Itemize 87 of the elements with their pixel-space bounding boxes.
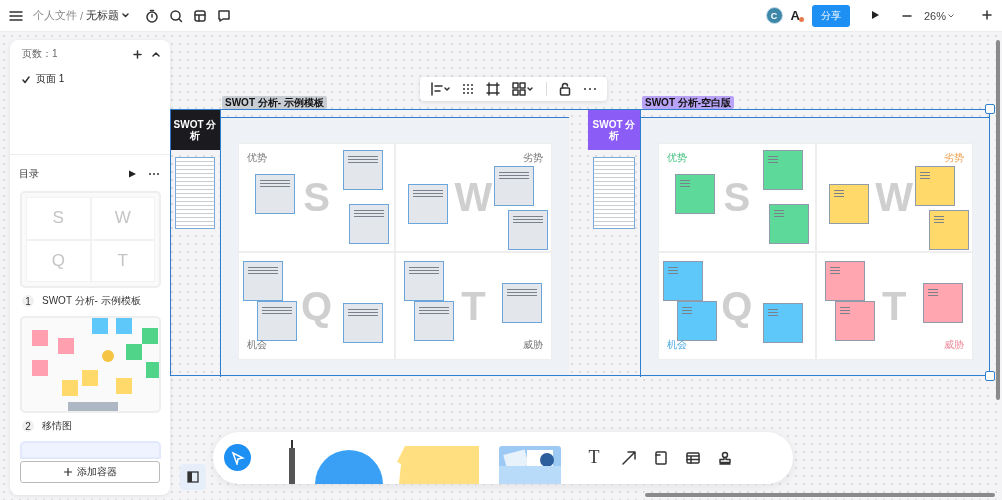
- quadrant-title: 威胁: [944, 338, 964, 352]
- frame-label[interactable]: SWOT 分析- 示例模板: [222, 96, 327, 109]
- sticky-note[interactable]: [343, 150, 383, 190]
- play-icon[interactable]: [128, 170, 136, 178]
- sticky-note[interactable]: [343, 302, 383, 343]
- sticky-note[interactable]: [404, 260, 444, 301]
- search-icon[interactable]: [169, 8, 184, 23]
- quadrant-title: 机会: [667, 338, 687, 352]
- thumbnail-letter: Q: [51, 250, 65, 271]
- quadrant-title: 机会: [247, 338, 267, 352]
- quadrant-title: 优势: [247, 151, 267, 165]
- sticky-note[interactable]: [408, 184, 448, 224]
- breadcrumb-link[interactable]: 个人文件: [33, 8, 77, 23]
- chevron-down-icon[interactable]: [122, 13, 130, 18]
- collapse-icon[interactable]: [152, 51, 160, 57]
- grid-dots-icon[interactable]: [462, 83, 474, 95]
- quadrant-title: 劣势: [523, 151, 543, 165]
- user-avatar[interactable]: C: [765, 7, 783, 24]
- sticky-note[interactable]: [494, 166, 534, 206]
- sticky-note[interactable]: [255, 174, 295, 214]
- font-style-button[interactable]: A: [790, 8, 804, 23]
- sticky-note[interactable]: [922, 282, 963, 323]
- sticky-note[interactable]: [663, 260, 703, 301]
- text-block-drawing: [593, 157, 635, 229]
- vertical-scrollbar[interactable]: [996, 40, 1000, 400]
- align-left-icon[interactable]: [430, 82, 450, 96]
- frame-header: SWOT 分析: [588, 110, 640, 150]
- outline-title: 目录: [19, 167, 40, 181]
- document-title[interactable]: 无标题: [86, 8, 120, 23]
- add-container-button[interactable]: 添加容器: [20, 461, 160, 483]
- quadrant-title: 优势: [667, 151, 687, 165]
- sticky-note[interactable]: [928, 210, 969, 250]
- sticky-note[interactable]: [763, 302, 803, 343]
- sticky-note[interactable]: [914, 166, 955, 206]
- sticky-note[interactable]: [257, 300, 297, 341]
- text-tool-button[interactable]: T: [583, 447, 605, 468]
- resize-handle[interactable]: [985, 371, 995, 381]
- sticky-note[interactable]: [414, 300, 454, 341]
- sticky-note[interactable]: [349, 204, 389, 244]
- thumbnail-letter: W: [114, 208, 131, 229]
- minimap-button[interactable]: [180, 464, 206, 490]
- thumbnail-letter: S: [52, 208, 64, 229]
- page-title[interactable]: SWOT 分析- 示例模板: [42, 294, 141, 308]
- quadrant-title: 劣势: [944, 151, 964, 165]
- frame-icon[interactable]: [486, 82, 500, 96]
- horizontal-scrollbar[interactable]: [645, 493, 995, 497]
- menu-icon[interactable]: [9, 9, 23, 22]
- image-tool-icon[interactable]: [499, 446, 561, 484]
- sticky-note[interactable]: [508, 210, 548, 250]
- frame-label[interactable]: SWOT 分析-空白版: [642, 96, 735, 109]
- plus-icon: [63, 468, 72, 476]
- table-tool-icon[interactable]: [685, 449, 701, 466]
- thumbnail-letter: T: [117, 250, 128, 271]
- template-icon[interactable]: [193, 8, 208, 23]
- sticky-note[interactable]: [243, 260, 283, 301]
- panel-icon: [187, 471, 199, 483]
- resize-handle[interactable]: [985, 104, 995, 114]
- page-number: 1: [22, 295, 34, 307]
- quadrant-title: 威胁: [523, 338, 543, 352]
- more-icon[interactable]: [148, 172, 160, 176]
- cursor-icon: [230, 450, 245, 465]
- page-thumbnail[interactable]: [20, 441, 161, 459]
- frame-tool-icon[interactable]: [653, 449, 669, 466]
- sticky-note[interactable]: [824, 260, 865, 301]
- page-count: 页数：1: [22, 47, 59, 61]
- sticky-note[interactable]: [502, 282, 542, 323]
- chevron-down-icon: [948, 13, 954, 18]
- sticky-note[interactable]: [828, 184, 869, 224]
- page-number: 2: [22, 420, 34, 432]
- frame-header: SWOT 分析: [170, 110, 220, 150]
- arrow-tool-icon[interactable]: [621, 449, 637, 466]
- text-block-drawing: [175, 157, 215, 229]
- pen-tool-icon[interactable]: [287, 440, 297, 484]
- play-icon[interactable]: [869, 9, 880, 20]
- more-icon[interactable]: [583, 87, 597, 91]
- stamp-tool-icon[interactable]: [717, 449, 733, 466]
- breadcrumb-separator: /: [80, 9, 84, 22]
- sticky-note[interactable]: [834, 300, 875, 341]
- plus-icon[interactable]: [133, 49, 142, 59]
- layout-grid-icon[interactable]: [512, 82, 534, 96]
- page-title[interactable]: 移情图: [42, 419, 72, 433]
- page-item[interactable]: 页面 1: [36, 72, 65, 86]
- select-tool-button[interactable]: [224, 444, 251, 471]
- plus-icon[interactable]: [982, 9, 992, 20]
- lock-icon[interactable]: [559, 82, 571, 96]
- stopwatch-icon[interactable]: [145, 8, 160, 23]
- comment-icon[interactable]: [217, 8, 232, 23]
